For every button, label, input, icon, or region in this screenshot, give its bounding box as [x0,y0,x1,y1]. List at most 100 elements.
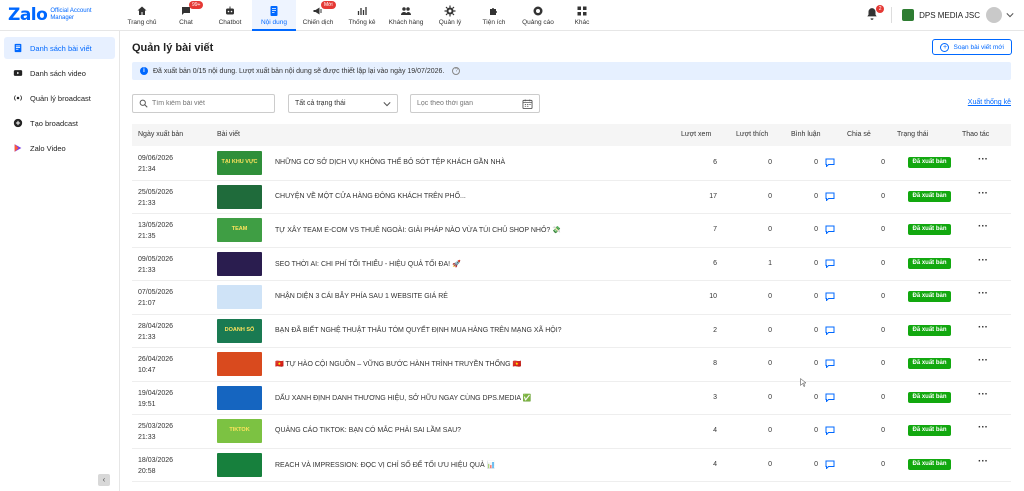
nav-item-7[interactable]: Khách hàng [384,0,428,31]
sidebar-item-2[interactable]: Danh sách video [4,62,115,84]
shares-count: 0 [881,393,885,401]
date-filter-input[interactable] [417,100,517,107]
header-comments: Bình luận [791,131,821,138]
nav-item-2[interactable]: Chat 99+ [164,0,208,31]
nav-item-3[interactable]: Chatbot [208,0,252,31]
more-options-icon[interactable]: ··· [978,355,988,366]
nav-item-5[interactable]: Chiến dịch Mới [296,0,340,31]
zalo-oa-logo[interactable]: Zalo Official Account Manager [8,5,92,25]
account-name[interactable]: DPS MEDIA JSC [919,11,980,20]
post-title[interactable]: NHẬN DIỆN 3 CÁI BẪY PHÍA SAU 1 WEBSITE G… [275,293,448,300]
post-thumbnail[interactable] [217,352,262,376]
post-thumbnail[interactable] [217,251,262,276]
comment-icon[interactable] [825,326,835,335]
comment-icon[interactable] [825,426,835,435]
nav-item-8[interactable]: Quản lý [428,0,472,31]
nav-label: Thống kê [348,19,376,26]
more-options-icon[interactable]: ··· [978,288,988,299]
sidebar-item-3[interactable]: Quản lý broadcast [4,87,115,109]
comments-count: 0 [814,293,818,300]
more-options-icon[interactable]: ··· [978,389,988,400]
shares-count: 0 [881,192,885,200]
more-options-icon[interactable]: ··· [978,456,988,467]
notification-bell-icon[interactable]: 2 [865,5,885,23]
post-thumbnail[interactable]: TIKTOK [217,419,262,443]
nav-item-1[interactable]: Trang chủ [120,0,164,31]
more-options-icon[interactable]: ··· [978,322,988,333]
search-input[interactable] [152,100,272,107]
comment-icon[interactable] [825,359,835,368]
table-row[interactable]: 18/03/2026 20:58 REACH VÀ IMPRESSION: ĐỌC … [132,449,1011,482]
post-title[interactable]: SEO THỜI AI: CHI PHÍ TỐI THIỂU - HIỆU QU… [275,260,461,268]
comment-icon[interactable] [825,292,835,301]
table-row[interactable]: 25/05/2026 21:33 CHUYỆN VỀ MỘT CỬA HÀNG ĐÔ… [132,181,1011,214]
views-count: 6 [713,159,717,166]
post-title[interactable]: REACH VÀ IMPRESSION: ĐỌC VỊ CHỈ SỐ ĐỂ TỐ… [275,461,495,469]
shares-count: 0 [881,427,885,434]
post-title[interactable]: DẤU XANH ĐỊNH DANH THƯƠNG HIỆU, SỞ HỮU N… [275,394,531,402]
post-title[interactable]: BẠN ĐÃ BIẾT NGHỆ THUẬT THÂU TÓM QUYẾT ĐỊ… [275,327,562,334]
post-thumbnail[interactable] [217,285,262,309]
more-options-icon[interactable]: ··· [978,188,988,199]
post-thumbnail[interactable] [217,184,262,209]
export-stats-link[interactable]: Xuất thống kê [968,99,1011,106]
comment-icon[interactable] [825,259,835,268]
comment-icon[interactable] [825,192,835,201]
table-row[interactable]: 19/04/2026 19:51 DẤU XANH ĐỊNH DANH THƯƠNG… [132,382,1011,415]
sidebar-item-4[interactable]: Tạo broadcast [4,112,115,134]
post-thumbnail[interactable] [217,385,262,410]
nav-item-4[interactable]: Nội dung [252,0,296,31]
views-count: 10 [709,293,717,300]
document-icon [268,4,281,17]
post-title[interactable]: TỰ XÂY TEAM E-COM VS THUÊ NGOÀI: GIẢI PH… [275,226,561,234]
post-thumbnail[interactable]: DOANH SỐ [217,318,262,343]
comment-icon[interactable] [825,158,835,167]
likes-count: 0 [768,159,772,166]
table-row[interactable]: 25/03/2026 21:33 TIKTOK QUẢNG CÁO TIKTOK: B… [132,415,1011,449]
post-thumbnail[interactable] [217,452,262,477]
more-options-icon[interactable]: ··· [978,154,988,165]
table-row[interactable]: 09/05/2026 21:33 SEO THỜI AI: CHI PHÍ TỐI … [132,248,1011,281]
search-box[interactable] [132,94,275,113]
comments-count: 0 [814,326,818,334]
table-row[interactable]: 09/06/2026 21:34 TẠI KHU VỰC NHỮNG CƠ SỞ DỊ… [132,147,1011,181]
shares-count: 0 [881,159,885,166]
chevron-down-icon[interactable] [1006,11,1014,19]
sidebar-item-1[interactable]: Danh sách bài viết [4,37,115,59]
comment-icon[interactable] [825,225,835,234]
help-icon[interactable]: ? [452,67,461,75]
post-thumbnail[interactable]: TẠI KHU VỰC [217,151,262,175]
table-row[interactable]: 07/05/2026 21:07 NHẬN DIỆN 3 CÁI BẪY PHÍA … [132,281,1011,315]
table-row[interactable]: 26/04/2026 10:47 🇻🇳 TỰ HÀO CỘI NGUỒN – VỮN… [132,348,1011,382]
new-post-button[interactable]: + Soạn bài viết mới [932,39,1012,55]
post-thumbnail[interactable]: TEAM [217,218,262,242]
more-options-icon[interactable]: ··· [978,221,988,232]
nav-item-9[interactable]: Tiện ích [472,0,516,31]
post-title[interactable]: 🇻🇳 TỰ HÀO CỘI NGUỒN – VỮNG BƯỚC HÀNH TRÌ… [275,360,521,368]
comments-count: 0 [814,192,818,200]
post-title[interactable]: QUẢNG CÁO TIKTOK: BẠN CÓ MẮC PHẢI SAI LẦ… [275,427,461,434]
table-row[interactable]: 13/05/2026 21:35 TEAM TỰ XÂY TEAM E-COM VS … [132,214,1011,248]
nav-item-11[interactable]: Khác [560,0,604,31]
account-logo-icon [902,9,915,21]
date-filter[interactable] [410,94,540,113]
likes-count: 0 [768,460,772,468]
avatar[interactable] [986,7,1002,23]
nav-item-10[interactable]: Quảng cáo [516,0,560,31]
table-row[interactable]: 28/04/2026 21:33 DOANH SỐ BẠN ĐÃ BIẾT NGHỆ … [132,315,1011,348]
people-icon [400,4,413,17]
collapse-sidebar-button[interactable]: ‹ [98,474,110,486]
comment-icon[interactable] [825,460,835,469]
info-icon: i [140,67,148,75]
status-filter-select[interactable]: Tất cả trạng thái [288,94,398,113]
publish-date: 18/03/2026 20:58 [138,456,174,475]
post-title[interactable]: CHUYỆN VỀ MỘT CỬA HÀNG ĐÔNG KHÁCH TRÊN P… [275,193,466,200]
sidebar-item-5[interactable]: Zalo Video [4,137,115,159]
comment-icon[interactable] [825,393,835,402]
post-title[interactable]: NHỮNG CƠ SỞ DỊCH VỤ KHÔNG THỂ BỎ SÓT TỆP… [275,159,505,166]
likes-count: 0 [768,192,772,200]
filter-bar: Tất cả trạng thái Xuất thống kê [132,94,1011,114]
nav-item-6[interactable]: Thống kê [340,0,384,31]
more-options-icon[interactable]: ··· [978,255,988,266]
more-options-icon[interactable]: ··· [978,422,988,433]
